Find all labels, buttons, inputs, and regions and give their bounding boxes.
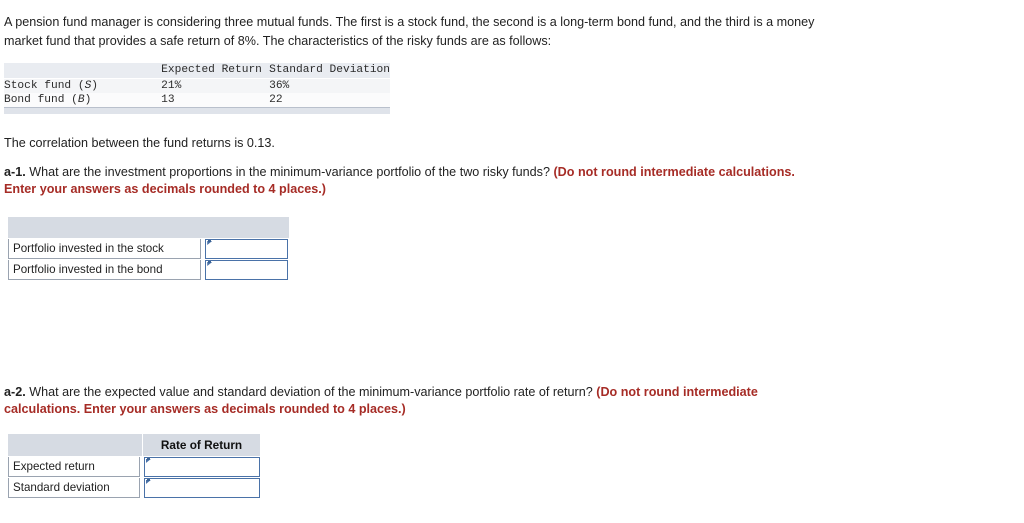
table-row: Portfolio invested in the stock (8, 239, 288, 259)
fund-label-prefix: Bond fund ( (4, 94, 78, 106)
fund-col-expected-return-header: Expected Return (161, 63, 270, 79)
fund-bond-expected-return: 13 (161, 94, 175, 106)
answer-a2-label-standard-deviation: Standard deviation (8, 478, 140, 498)
fund-col-blank-header (4, 63, 162, 79)
question-a1-text: What are the investment proportions in t… (25, 165, 554, 179)
table-row: Stock fund (S) 21% 36% (4, 78, 390, 94)
fund-label-prefix: Stock fund ( (4, 80, 85, 92)
answer-table-a2: Rate of Return Expected return Standard … (8, 434, 260, 499)
table-row: Standard deviation (8, 478, 260, 498)
fund-col-standard-deviation-header: Standard Deviation (269, 63, 390, 79)
answer-a1-header-row (8, 217, 289, 239)
fund-table-header-row: Expected Return Standard Deviation (4, 63, 390, 79)
table-row: Expected return (8, 457, 260, 477)
fund-bond-standard-deviation: 22 (269, 94, 283, 106)
expected-return-input[interactable] (143, 457, 260, 477)
answer-a2-header-row: Rate of Return (8, 434, 260, 457)
fund-row-label-bond: Bond fund (B) (4, 93, 161, 107)
fund-table-footer-band (4, 108, 390, 114)
fund-row-label-stock: Stock fund (S) (4, 79, 161, 94)
standard-deviation-input[interactable] (143, 478, 260, 498)
answer-a2-label-expected-return: Expected return (8, 457, 140, 477)
answer-a1-label-stock: Portfolio invested in the stock (8, 239, 202, 259)
table-row: Bond fund (B) 13 22 (4, 93, 390, 107)
answer-table-a1: Portfolio invested in the stock Portfoli… (8, 217, 289, 281)
cell-marker-dot-icon (208, 240, 212, 242)
portfolio-stock-input[interactable] (205, 239, 288, 259)
question-a2-tag: a-2. (4, 385, 26, 399)
fund-label-suffix: ) (84, 94, 92, 106)
fund-label-suffix: ) (91, 80, 99, 92)
question-a1: a-1. What are the investment proportions… (4, 164, 819, 198)
table-row: Portfolio invested in the bond (8, 260, 288, 280)
correlation-statement: The correlation between the fund returns… (4, 136, 275, 150)
intro-paragraph: A pension fund manager is considering th… (4, 15, 815, 48)
cell-marker-dot-icon (208, 261, 212, 263)
cell-marker-dot-icon (146, 479, 150, 481)
fund-label-symbol: B (77, 94, 85, 106)
question-a2-text: What are the expected value and standard… (25, 385, 597, 399)
question-a2: a-2. What are the expected value and sta… (4, 384, 819, 418)
fund-stock-expected-return: 21% (161, 80, 182, 92)
answer-a2-header-rate-of-return: Rate of Return (160, 438, 243, 452)
portfolio-bond-input[interactable] (205, 260, 288, 280)
question-a1-tag: a-1. (4, 165, 26, 179)
answer-a1-label-bond: Portfolio invested in the bond (8, 260, 202, 280)
answer-a2-header-label (8, 434, 143, 456)
fund-stock-standard-deviation: 36% (269, 80, 290, 92)
cell-marker-dot-icon (146, 458, 150, 460)
answer-a1-header-label (8, 217, 289, 238)
fund-characteristics-table: Expected Return Standard Deviation Stock… (4, 63, 390, 114)
